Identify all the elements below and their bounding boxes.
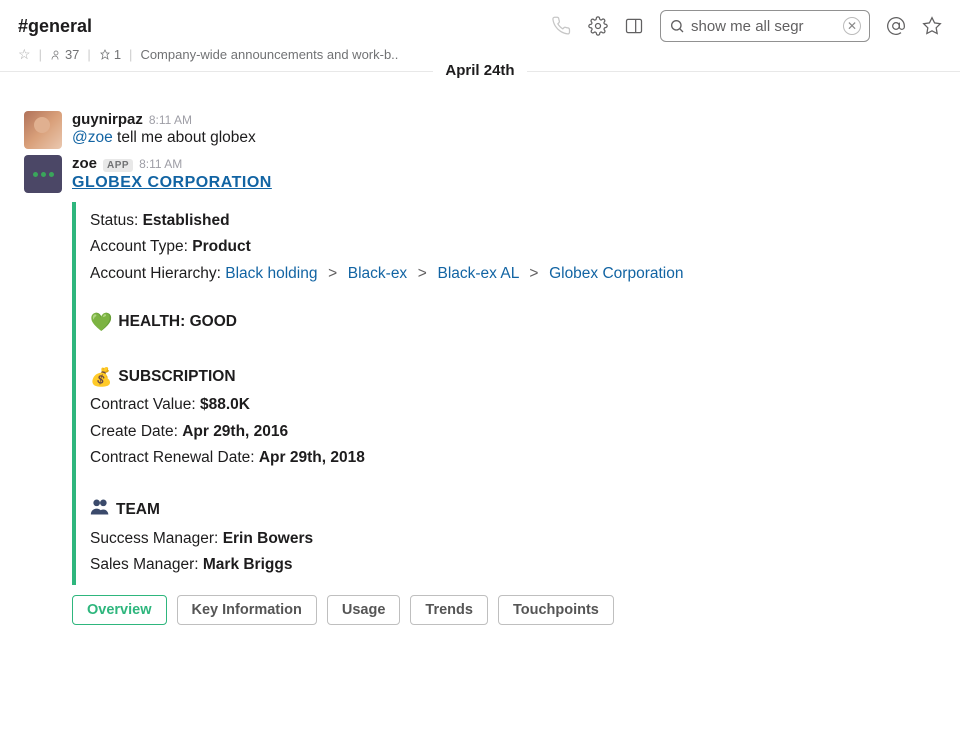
usage-button[interactable]: Usage: [327, 595, 401, 625]
team-section-head: TEAM: [90, 495, 942, 526]
channel-meta: ☆ | 37 | 1 | Company-wide announcements …: [18, 46, 942, 63]
sales-manager-label: Sales Manager:: [90, 556, 203, 573]
create-date-label: Create Date:: [90, 423, 182, 440]
search-input[interactable]: [691, 18, 831, 35]
moneybag-icon: 💰: [90, 362, 112, 393]
team-icon: [90, 495, 110, 526]
breadcrumb-link[interactable]: Globex Corporation: [549, 265, 683, 282]
header-actions: ✕: [552, 10, 942, 42]
star-channel-icon[interactable]: ☆: [18, 46, 31, 63]
account-type-label: Account Type:: [90, 238, 192, 255]
user-mention[interactable]: @zoe: [72, 129, 113, 146]
create-date-value: Apr 29th, 2016: [182, 423, 288, 440]
account-type-value: Product: [192, 238, 251, 255]
pin-count[interactable]: 1: [99, 47, 121, 62]
avatar[interactable]: [24, 155, 62, 193]
message-text: @zoe tell me about globex: [72, 129, 942, 147]
renewal-date-label: Contract Renewal Date:: [90, 449, 259, 466]
avatar[interactable]: [24, 111, 62, 149]
trends-button[interactable]: Trends: [410, 595, 488, 625]
card-actions: Overview Key Information Usage Trends To…: [72, 595, 942, 625]
pin-count-value: 1: [114, 47, 121, 62]
health-section-head: 💚 HEALTH: GOOD: [90, 307, 942, 338]
hierarchy-label: Account Hierarchy:: [90, 265, 225, 282]
breadcrumb-link[interactable]: Black-ex AL: [437, 265, 518, 282]
gear-icon[interactable]: [588, 16, 608, 36]
message-timestamp: 8:11 AM: [149, 113, 192, 127]
clear-search-icon[interactable]: ✕: [843, 17, 861, 35]
status-value: Established: [143, 212, 230, 229]
search-icon: [669, 18, 685, 34]
date-divider: April 24th: [0, 64, 960, 81]
subscription-head-text: SUBSCRIPTION: [118, 364, 235, 390]
message-author[interactable]: guynirpaz: [72, 111, 143, 128]
sales-manager-value: Mark Briggs: [203, 556, 293, 573]
channel-name[interactable]: #general: [18, 16, 92, 37]
key-information-button[interactable]: Key Information: [177, 595, 317, 625]
success-manager-value: Erin Bowers: [223, 530, 313, 547]
message: zoe APP 8:11 AM GLOBEX CORPORATION Statu…: [24, 155, 942, 625]
details-pane-icon[interactable]: [624, 16, 644, 36]
app-badge: APP: [103, 159, 133, 172]
mentions-icon[interactable]: [886, 16, 906, 36]
breadcrumb-link[interactable]: Black-ex: [348, 265, 407, 282]
message: guynirpaz 8:11 AM @zoe tell me about glo…: [24, 111, 942, 149]
company-link[interactable]: GLOBEX CORPORATION: [72, 174, 272, 192]
message-author[interactable]: zoe: [72, 155, 97, 172]
member-count-value: 37: [65, 47, 79, 62]
channel-topic[interactable]: Company-wide announcements and work-b..: [140, 47, 398, 62]
status-label: Status:: [90, 212, 143, 229]
success-manager-label: Success Manager:: [90, 530, 223, 547]
member-count[interactable]: 37: [50, 47, 79, 62]
team-head-text: TEAM: [116, 497, 160, 523]
message-text-rest: tell me about globex: [113, 129, 256, 146]
renewal-date-value: Apr 29th, 2018: [259, 449, 365, 466]
contract-value: $88.0K: [200, 396, 250, 413]
account-card: Status: Established Account Type: Produc…: [72, 202, 942, 585]
health-head-text: HEALTH: GOOD: [118, 309, 237, 335]
subscription-section-head: 💰 SUBSCRIPTION: [90, 362, 942, 393]
date-divider-label: April 24th: [433, 62, 526, 79]
search-box[interactable]: ✕: [660, 10, 870, 42]
heart-icon: 💚: [90, 307, 112, 338]
phone-icon[interactable]: [552, 16, 572, 36]
contract-value-label: Contract Value:: [90, 396, 200, 413]
star-icon[interactable]: [922, 16, 942, 36]
touchpoints-button[interactable]: Touchpoints: [498, 595, 614, 625]
overview-button[interactable]: Overview: [72, 595, 167, 625]
message-timestamp: 8:11 AM: [139, 157, 182, 171]
breadcrumb-link[interactable]: Black holding: [225, 265, 317, 282]
